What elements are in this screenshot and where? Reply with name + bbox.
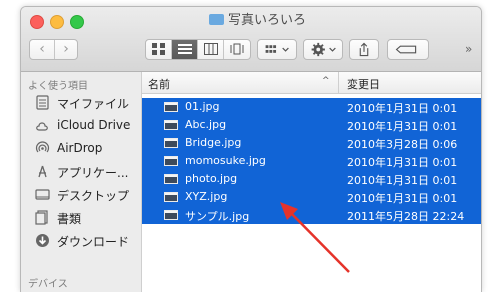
name-column-header[interactable]: 名前 [148,76,170,92]
file-name: サンプル.jpg [185,210,250,223]
back-button[interactable]: ‹ [30,40,55,59]
column-divider[interactable] [338,72,339,93]
cover-flow-icon [230,43,244,55]
file-date: 2010年1月31日 0:01 [347,102,458,115]
jpeg-thumbnail-icon [164,174,178,184]
forward-button[interactable]: › [54,40,78,59]
folder-icon [209,14,224,25]
sort-ascending-icon: ^ [322,76,330,86]
jpeg-thumbnail-icon [164,138,178,148]
file-row[interactable]: momosuke.jpg 2010年1月31日 0:01 [142,152,481,170]
window-title-label: 写真いろいろ [228,13,307,28]
jpeg-thumbnail-icon [164,210,178,220]
file-date: 2010年3月28日 0:06 [347,138,458,151]
zoom-button[interactable] [70,15,84,29]
sidebar: よく使う項目 マイファイル iCloud Drive AirDrop アプリケー… [21,72,142,292]
file-row[interactable]: Bridge.jpg 2010年3月28日 0:06 [142,134,481,152]
file-row[interactable]: 01.jpg 2010年1月31日 0:01 [142,98,481,116]
file-name: XYZ.jpg [185,190,228,203]
date-column-header[interactable]: 変更日 [347,76,380,92]
gear-icon [311,42,336,57]
sidebar-item-all-my-files[interactable]: マイファイル [21,92,141,114]
list-view-button[interactable] [172,40,198,59]
sidebar-section-favorites: よく使う項目 [28,81,88,92]
sidebar-item-label: AirDrop [57,141,103,155]
applications-icon [38,165,47,178]
file-name: photo.jpg [185,172,238,185]
sidebar-item-icloud-drive[interactable]: iCloud Drive [21,115,141,137]
jpeg-thumbnail-icon [164,102,178,112]
chevron-right-icon: › [63,41,69,57]
file-name: Abc.jpg [185,118,227,131]
arrange-grid-icon [265,45,289,53]
sidebar-item-documents[interactable]: 書類 [21,207,141,229]
column-view-button[interactable] [198,40,224,59]
toolbar-overflow-button[interactable]: » [465,42,472,56]
file-row[interactable]: Abc.jpg 2010年1月31日 0:01 [142,116,481,134]
sidebar-item-applications[interactable]: アプリケー... [21,161,141,183]
sidebar-item-airdrop[interactable]: AirDrop [21,138,141,160]
cover-flow-view-button[interactable] [224,40,250,59]
icon-view-icon [152,43,165,55]
downloads-icon [36,234,49,247]
file-date: 2010年1月31日 0:01 [347,192,458,205]
arrange-button[interactable] [257,39,297,60]
file-name: 01.jpg [185,100,220,113]
jpeg-thumbnail-icon [164,156,178,166]
title-bar: 写真いろいろ ‹ › » [21,7,481,72]
share-button[interactable] [349,39,379,60]
sidebar-item-label: マイファイル [57,97,130,111]
file-date: 2010年1月31日 0:01 [347,120,458,133]
chevron-left-icon: ‹ [39,41,45,57]
file-date: 2010年1月31日 0:01 [347,156,458,169]
close-button[interactable] [30,15,44,29]
sidebar-item-desktop[interactable]: デスクトップ [21,184,141,206]
file-date: 2011年5月28日 22:24 [347,210,465,223]
all-my-files-icon [36,95,49,110]
jpeg-thumbnail-icon [164,192,178,202]
view-mode-control [145,39,251,60]
column-view-icon [204,43,218,55]
list-header: 名前 ^ 変更日 [142,72,481,94]
file-name: momosuke.jpg [185,154,266,167]
file-row[interactable]: サンプル.jpg 2011年5月28日 22:24 [142,206,481,224]
desktop-icon [35,189,50,200]
finder-window: 写真いろいろ ‹ › » よく使う項目 マイファイル iCloud Drive … [20,6,482,292]
sidebar-item-label: 書類 [57,212,82,226]
cloud-icon [36,122,48,131]
window-title: 写真いろいろ [209,12,306,30]
sidebar-item-label: iCloud Drive [57,118,131,132]
jpeg-thumbnail-icon [164,120,178,130]
list-view-icon [178,44,192,54]
file-list: 名前 ^ 変更日 01.jpg 2010年1月31日 0:01 Abc.jpg … [142,72,481,292]
tag-button[interactable] [387,39,429,60]
file-name: Bridge.jpg [185,136,242,149]
navigation-buttons: ‹ › [29,39,78,60]
file-row[interactable]: XYZ.jpg 2010年1月31日 0:01 [142,188,481,206]
sidebar-item-label: アプリケー... [57,166,129,180]
action-menu-button[interactable] [303,39,343,60]
sidebar-item-label: ダウンロード [57,235,130,249]
sidebar-item-downloads[interactable]: ダウンロード [21,230,141,252]
minimize-button[interactable] [50,15,64,29]
share-icon [359,42,369,57]
sidebar-section-devices: デバイス [28,279,68,290]
tag-icon [395,45,417,54]
sidebar-item-label: デスクトップ [57,189,130,203]
icon-view-button[interactable] [146,40,172,59]
documents-icon [35,210,48,225]
file-row[interactable]: photo.jpg 2010年1月31日 0:01 [142,170,481,188]
file-date: 2010年1月31日 0:01 [347,174,458,187]
airdrop-icon [35,141,50,153]
